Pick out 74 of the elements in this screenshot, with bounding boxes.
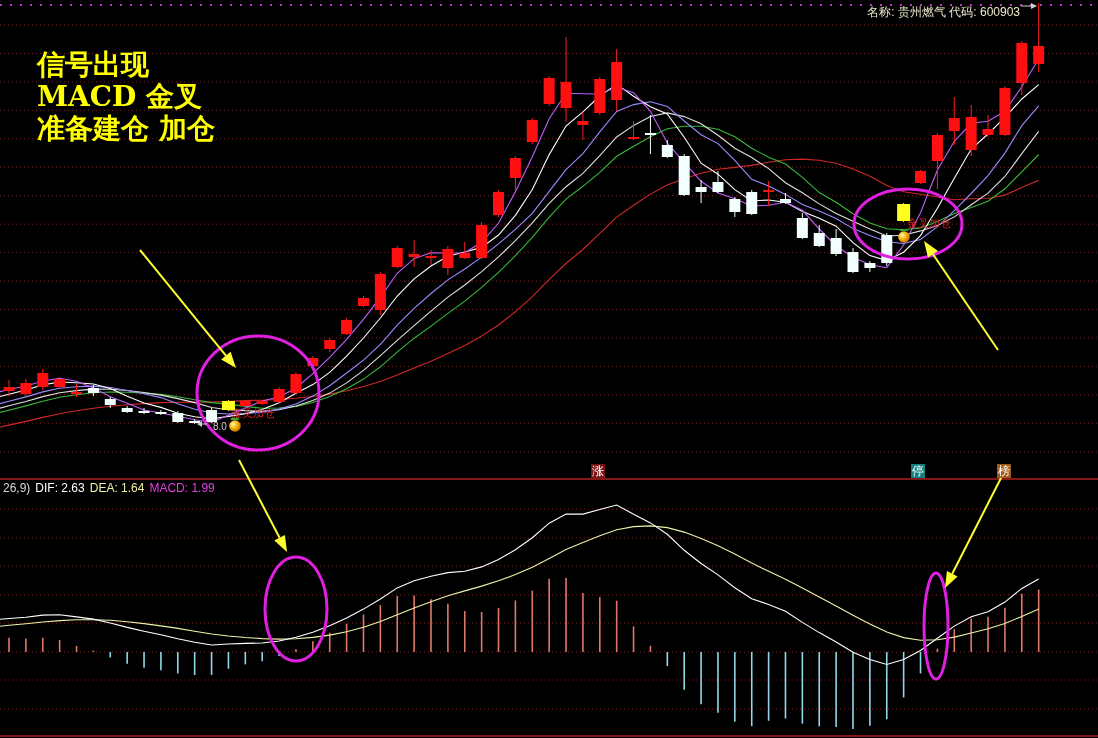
candlestick [425, 249, 437, 266]
candlestick [442, 245, 454, 276]
candlestick [729, 196, 741, 218]
candlestick [611, 48, 623, 112]
candlestick [391, 245, 403, 269]
candlestick [628, 120, 640, 141]
candlestick [1033, 2, 1045, 73]
low-price-label: 8.0 [213, 421, 227, 432]
candlestick [155, 409, 167, 416]
candlestick [965, 104, 977, 157]
candlestick [71, 383, 82, 398]
event-tag: 榜 [997, 464, 1011, 478]
macd-params-label: 26,9) [3, 481, 31, 495]
candlestick [543, 75, 555, 107]
candlestick [864, 260, 876, 273]
low-price-arrow [197, 421, 208, 427]
candlestick [104, 396, 116, 409]
high-price-arrow [1020, 3, 1037, 9]
candlestick [374, 271, 386, 316]
legend-label: DIF: 2.63 [35, 481, 85, 495]
candlestick [290, 371, 302, 395]
candlestick [87, 384, 99, 397]
candlestick [206, 407, 218, 424]
candlestick [982, 114, 994, 138]
event-tag: 涨 [591, 464, 605, 478]
candlestick [324, 337, 336, 353]
fruit-icon [898, 228, 910, 243]
candlestick [509, 155, 521, 191]
stock-info-label: 名称: 贵州燃气 代码: 600903 [867, 5, 1020, 19]
candlestick [138, 407, 150, 415]
candlestick [172, 410, 184, 424]
candlestick [20, 378, 32, 397]
candlestick [644, 114, 656, 155]
candlestick [813, 224, 825, 248]
candlestick [3, 379, 15, 397]
candlestick [54, 376, 66, 390]
candlestick [459, 241, 471, 260]
candlestick [476, 221, 488, 260]
candlestick [358, 295, 369, 308]
candlestick [493, 189, 504, 218]
candlestick [780, 192, 791, 205]
candlestick [307, 355, 319, 368]
candlestick [931, 132, 943, 190]
candlestick [881, 232, 893, 267]
candlestick [408, 239, 420, 268]
legend-label: DEA: 1.64 [89, 481, 145, 495]
candlestick [915, 169, 926, 185]
legend-label: MACD: 1.99 [149, 481, 215, 495]
candlestick [948, 96, 960, 146]
candlestick [594, 76, 606, 116]
candlestick [763, 180, 775, 207]
candlestick [577, 111, 589, 141]
annotation-text: 准备建仓 加仓 [37, 113, 215, 145]
candlestick [1016, 40, 1028, 96]
candlestick [847, 247, 859, 274]
candlestick [341, 317, 353, 336]
candlestick [830, 228, 842, 257]
candlestick [796, 212, 808, 240]
candlestick [121, 405, 133, 414]
candlestick [526, 117, 538, 145]
candlestick [239, 399, 251, 409]
annotation-text: MACD 金叉 [37, 81, 203, 113]
candlestick [37, 368, 49, 391]
annotation-text: 信号出现 [37, 49, 149, 81]
candlestick [999, 85, 1011, 137]
event-tag: 停 [911, 464, 925, 478]
candlestick [273, 386, 285, 404]
candlestick [678, 153, 690, 197]
candlestick [712, 170, 724, 194]
candlestick [661, 139, 673, 159]
candlestick [746, 189, 758, 216]
fruit-icon [229, 417, 241, 432]
candlestick [256, 399, 268, 406]
candlestick [695, 179, 707, 204]
